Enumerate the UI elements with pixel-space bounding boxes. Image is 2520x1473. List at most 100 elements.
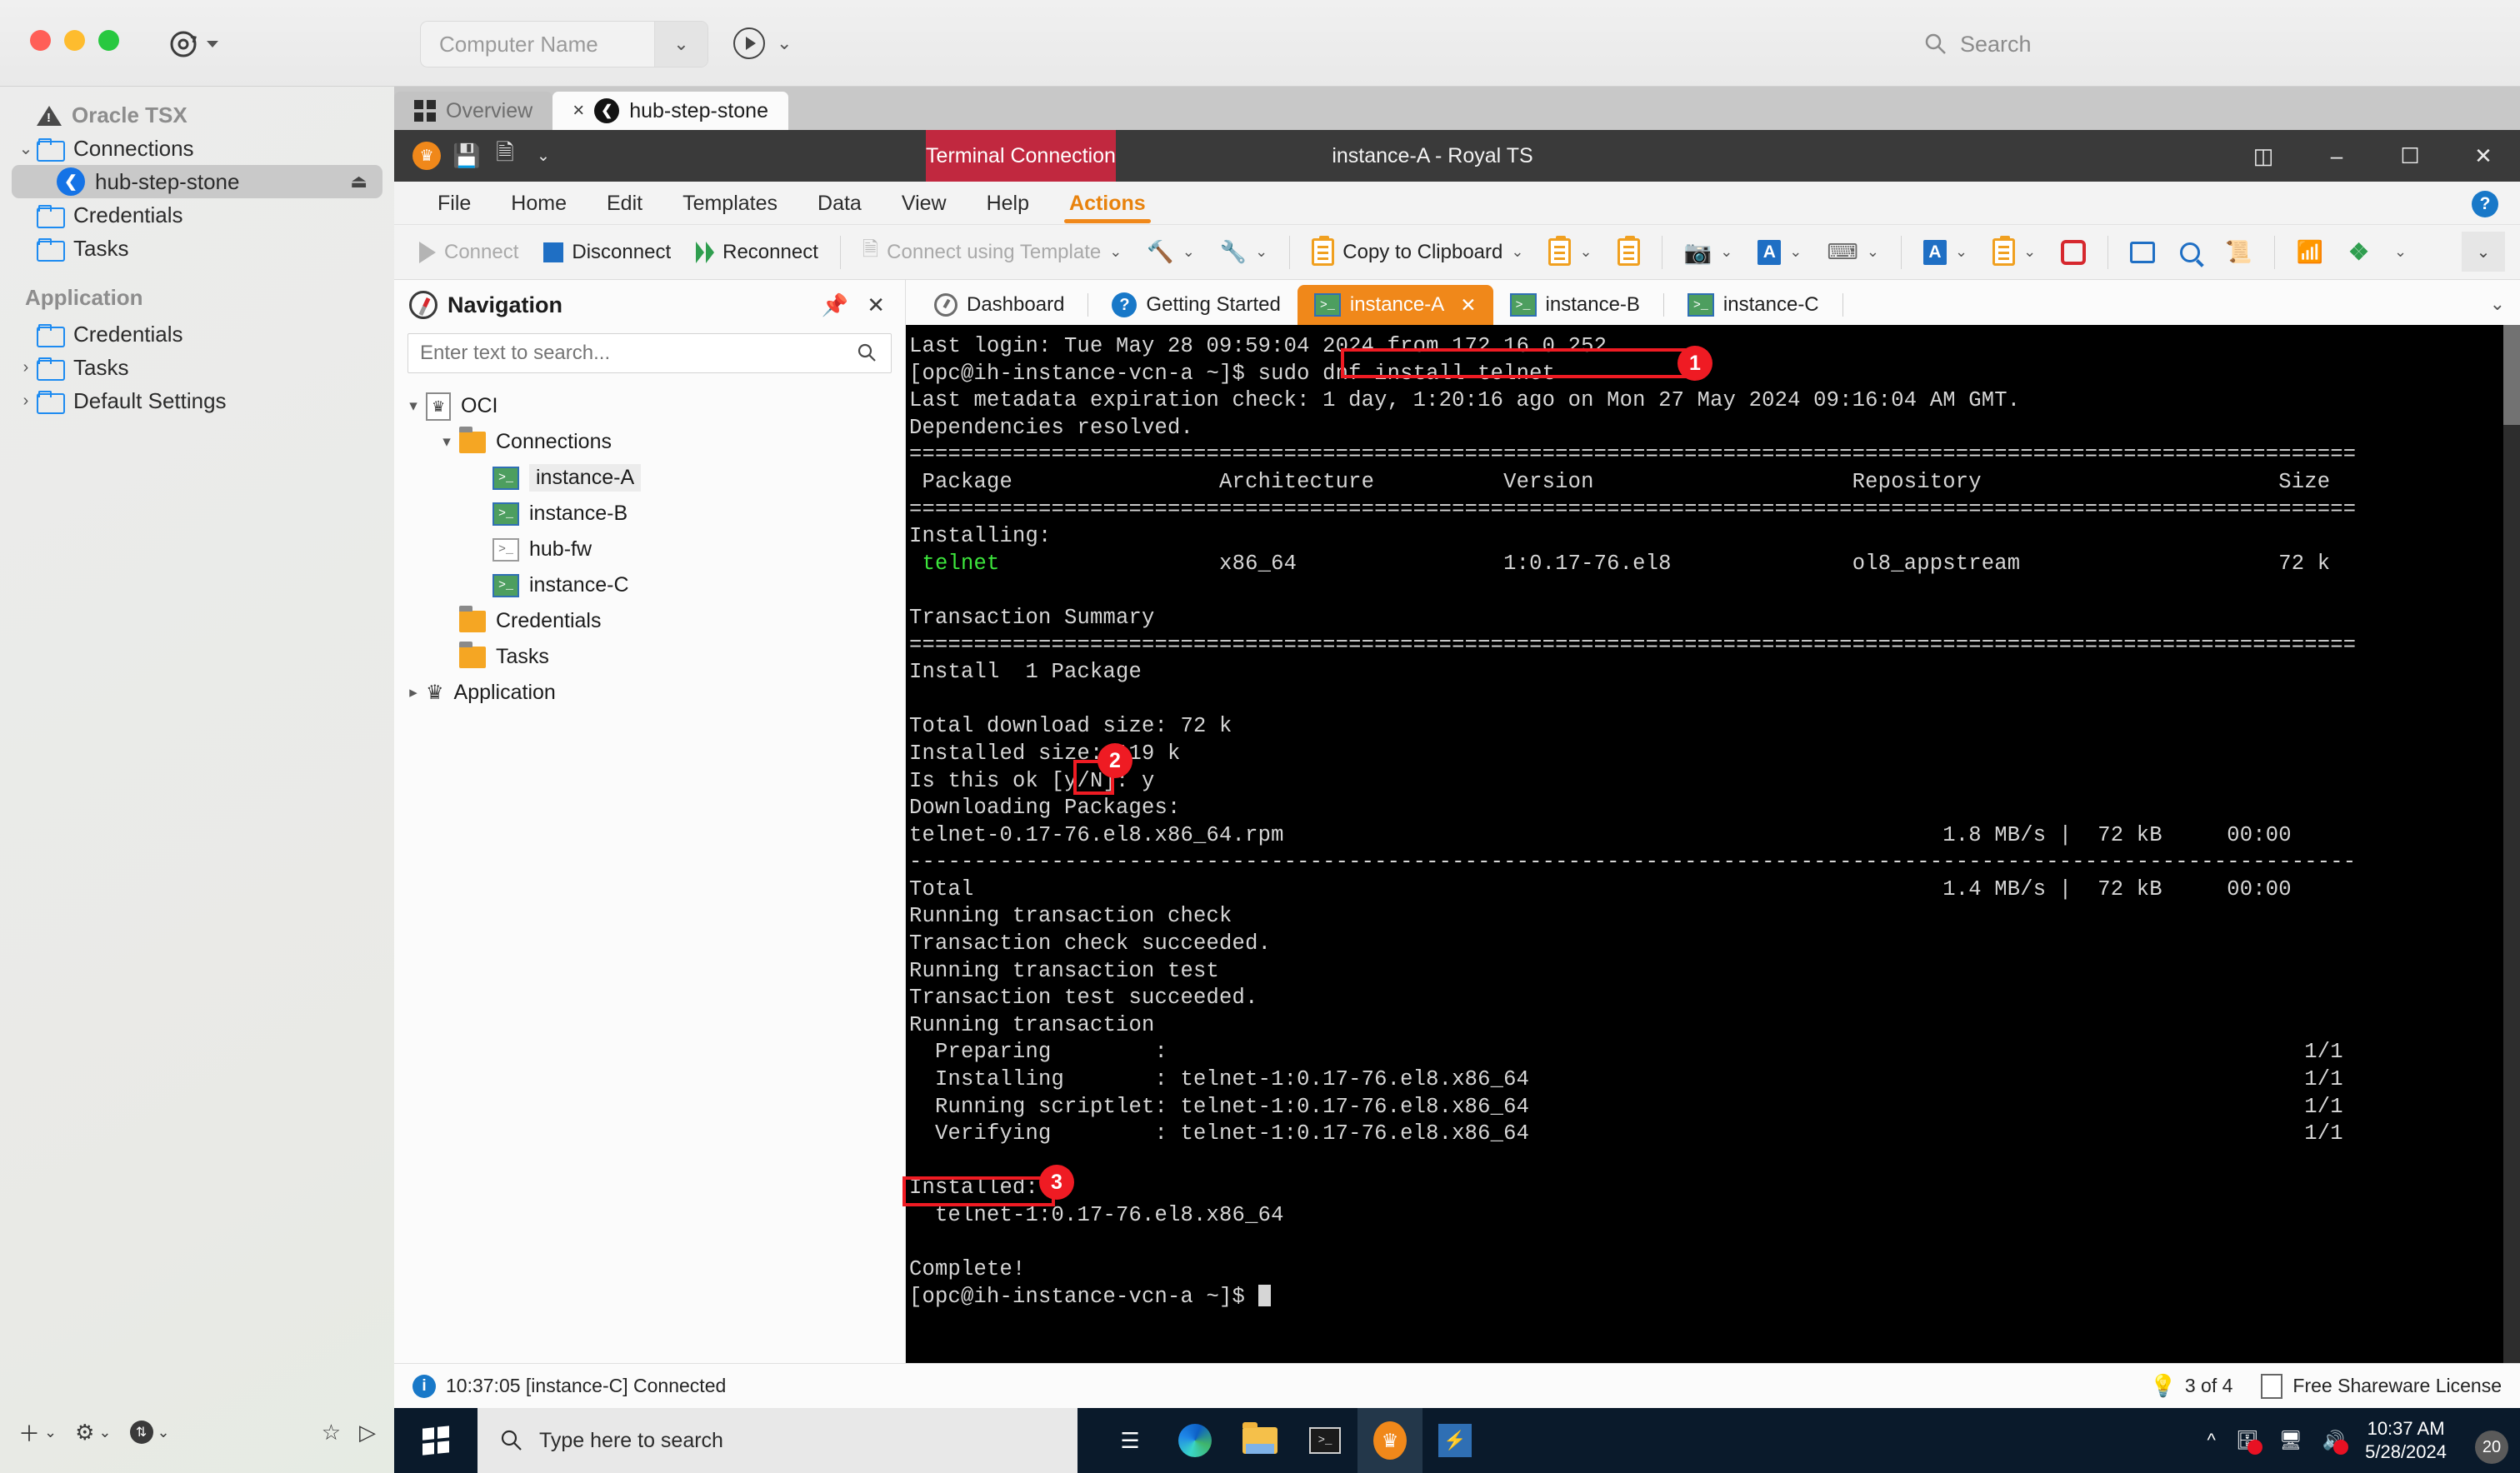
clipboard-text-button[interactable]: ⌄ [1537,231,1603,274]
tab-dashboard[interactable]: Dashboard [918,285,1081,325]
tab-instance-a[interactable]: >_ instance-A ✕ [1297,285,1493,325]
taskbar-clock[interactable]: 10:37 AM 5/28/2024 [2365,1417,2447,1464]
ribbon-overflow-button[interactable]: ⌄ [2462,232,2505,272]
settings-button[interactable]: ⚙ ⌄ [75,1420,111,1446]
new-document-icon[interactable]: 🗎 [492,140,518,169]
play-button[interactable]: ▷ [359,1420,376,1446]
navigation-search-box[interactable] [408,333,892,373]
close-icon[interactable]: ✕ [867,292,885,318]
log-button[interactable]: 📜 [2213,231,2263,274]
sidebar-item-credentials[interactable]: ▾ Credentials [0,198,394,232]
screen-off-button[interactable] [2118,231,2167,274]
close-icon[interactable]: ✕ [1460,294,1476,317]
chevron-down-icon[interactable]: ⌄ [1579,243,1592,261]
window-traffic-lights[interactable] [30,30,119,51]
windows-start-icon[interactable] [394,1408,478,1473]
chevron-down-icon[interactable]: ⌄ [1255,243,1268,261]
connect-using-template-button[interactable]: 🗎 Connect using Template ⌄ [851,231,1133,274]
tree-item-credentials[interactable]: Credentials [394,603,905,639]
maximize-icon[interactable]: ☐ [2373,130,2447,182]
status-tip-count[interactable]: 3 of 4 [2185,1375,2233,1397]
broadcast-button[interactable]: 📶 [2285,231,2335,274]
chevron-down-icon[interactable]: ⌄ [1182,243,1195,261]
chevron-down-icon[interactable]: ⌄ [1109,243,1122,261]
chevron-down-icon[interactable]: ⌄ [2023,243,2036,261]
crown-icon[interactable]: ♛ [412,142,441,170]
command-prompt-icon[interactable]: >_ [1292,1408,1358,1473]
tree-item-connections[interactable]: ▾ Connections [394,424,905,460]
tree-item-tasks[interactable]: Tasks [394,639,905,675]
maximize-window-button[interactable] [98,30,119,51]
menu-item-home[interactable]: Home [491,182,587,225]
screenshot-button[interactable]: 📷 ⌄ [1672,231,1745,274]
transfer-button[interactable]: ⇅ ⌄ [129,1421,170,1444]
tab-instance-b[interactable]: >_ instance-B [1493,285,1657,325]
run-icon[interactable] [733,27,765,59]
tree-item-application[interactable]: ▸ ♛ Application [394,675,905,711]
copy-to-clipboard-button[interactable]: Copy to Clipboard ⌄ [1300,231,1535,274]
search-input[interactable] [420,342,856,365]
run-button-group[interactable]: ⌄ [733,27,792,59]
favorite-button[interactable]: ☆ [322,1420,341,1446]
layout-icon[interactable]: ◫ [2227,130,2300,182]
clipboard-options-button[interactable]: ⌄ [1981,231,2048,274]
close-icon[interactable]: ✕ [2447,130,2520,182]
more-commands-button[interactable]: ⌄ [2382,231,2418,274]
key-run-button[interactable]: 🔨 ⌄ [1135,231,1206,274]
tab-getting-started[interactable]: ? Getting Started [1095,285,1297,325]
sidebar-app-item-tasks[interactable]: › Tasks [0,351,394,384]
host-tab-overview[interactable]: Overview [394,92,553,130]
chevron-down-icon[interactable] [207,41,218,47]
connect-button[interactable]: Connect [408,231,530,274]
royalts-icon[interactable]: ♛ [1358,1408,1422,1473]
close-window-button[interactable] [30,30,51,51]
minimize-icon[interactable]: – [2300,130,2373,182]
customize-icon[interactable]: ⌄ [531,142,556,169]
sidebar-item-tasks[interactable]: ▾ Tasks [0,232,394,265]
stop-button[interactable] [2049,231,2098,274]
pin-icon[interactable]: 📌 [822,292,848,318]
terminal-scrollbar[interactable] [2503,325,2520,1363]
font-button[interactable]: A ⌄ [1912,231,1979,274]
tree-item-oci[interactable]: ▾ OCI [394,388,905,424]
help-icon[interactable]: ? [2472,191,2498,217]
reconnect-button[interactable]: Reconnect [684,231,830,274]
volume-muted-icon[interactable]: 🔊 [2322,1430,2349,1455]
chevron-up-icon[interactable]: ^ [2208,1430,2216,1451]
taskbar-search-box[interactable]: Type here to search [478,1408,1078,1473]
chevron-right-icon[interactable]: ▸ [401,683,426,702]
menu-item-templates[interactable]: Templates [662,182,798,225]
computer-name-combobox[interactable]: Computer Name ⌄ [420,21,708,67]
host-tab-hub-step-stone[interactable]: × ❮ hub-step-stone [552,92,788,130]
chevron-down-icon[interactable]: ▾ [401,397,426,416]
chevron-down-icon[interactable]: ⌄ [1511,243,1523,261]
find-button[interactable] [2168,231,2212,274]
menu-item-file[interactable]: File [418,182,491,225]
tree-item-instance-c[interactable]: >_ instance-C [394,567,905,603]
close-icon[interactable]: × [572,99,584,122]
clipboard-image-button[interactable] [1606,231,1652,274]
refresh-icon[interactable] [167,27,218,61]
chevron-down-icon[interactable]: ⌄ [777,32,792,54]
chevron-down-icon[interactable]: ⌄ [1720,243,1732,261]
add-button[interactable]: ＋ ⌄ [18,1417,57,1448]
chevron-down-icon[interactable]: ⌄ [2490,293,2505,325]
keyboard-star-button[interactable]: ⌨ ⌄ [1815,231,1891,274]
chevron-right-icon[interactable]: › [15,358,37,377]
menu-item-view[interactable]: View [882,182,967,225]
chevron-down-icon[interactable]: ⌄ [15,138,37,159]
chevron-down-icon[interactable]: ⌄ [1955,243,1968,261]
key-button[interactable]: 🔧 ⌄ [1208,231,1279,274]
font-star-button[interactable]: A ⌄ [1746,231,1813,274]
sidebar-root-oracle-tsx[interactable]: ▾ Oracle TSX [0,98,394,132]
sidebar-item-hub-step-stone[interactable]: ▾ ❮ hub-step-stone ⏏ [12,165,382,198]
tree-item-instance-a[interactable]: >_ instance-A [394,460,905,496]
file-explorer-icon[interactable] [1228,1408,1292,1473]
menu-item-actions[interactable]: Actions [1049,182,1166,225]
disconnect-button[interactable]: Disconnect [532,231,682,274]
eject-icon[interactable]: ⏏ [350,171,368,192]
menu-item-edit[interactable]: Edit [587,182,662,225]
minimize-window-button[interactable] [64,30,85,51]
chevron-down-icon[interactable]: ⌄ [1789,243,1802,261]
sidebar-item-connections[interactable]: ⌄ Connections [0,132,394,165]
